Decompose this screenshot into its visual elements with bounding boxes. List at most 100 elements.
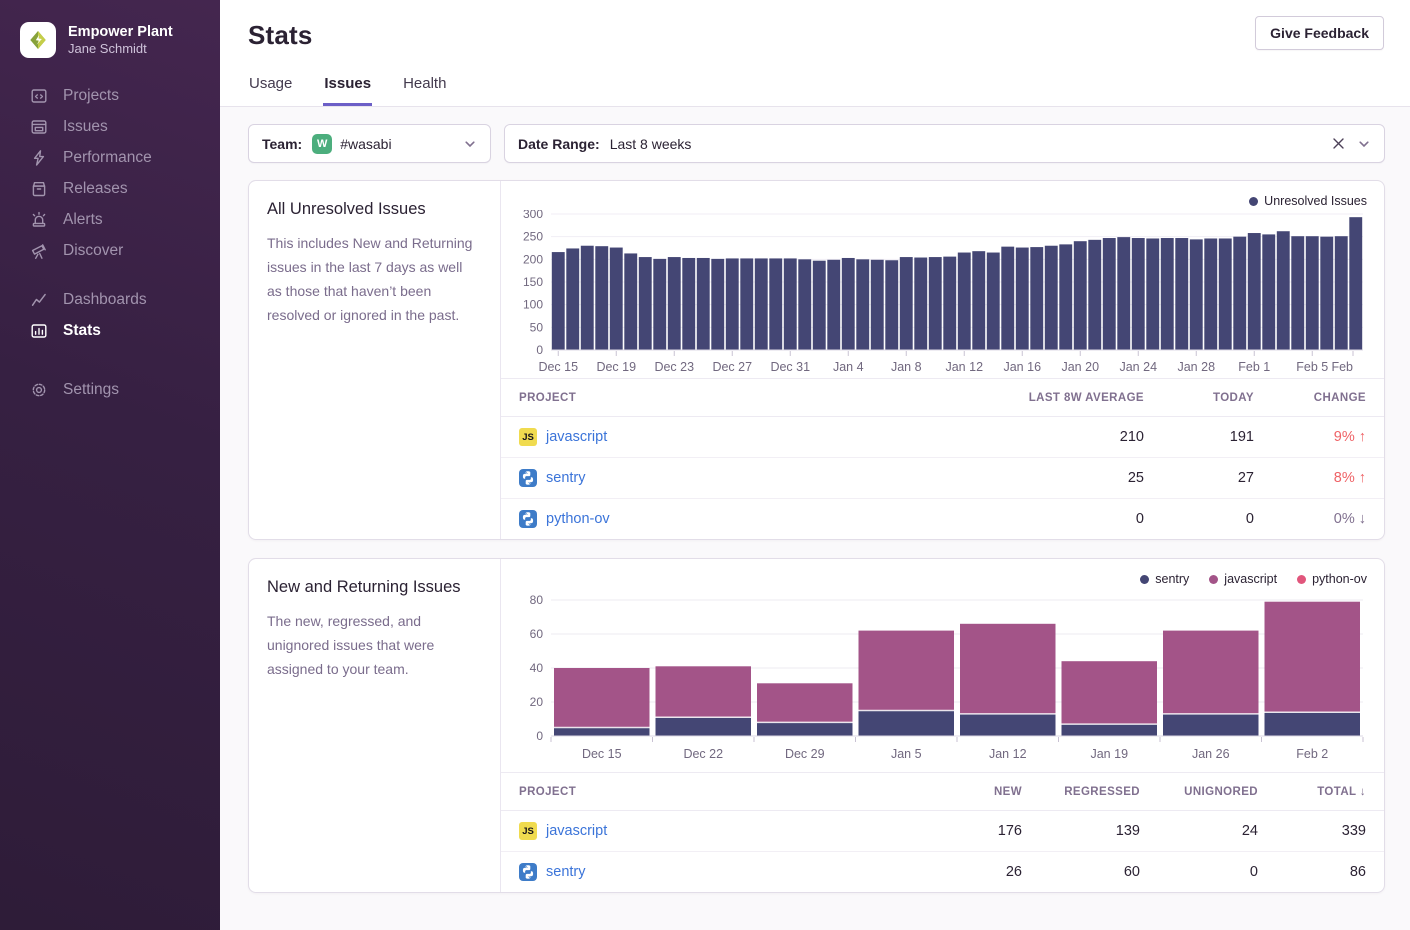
column-header-today[interactable]: TODAY bbox=[1162, 379, 1272, 417]
sidebar-item-settings[interactable]: Settings bbox=[0, 374, 220, 405]
sidebar-item-alerts[interactable]: Alerts bbox=[0, 204, 220, 235]
python-platform-icon bbox=[519, 510, 537, 528]
sidebar-item-discover[interactable]: Discover bbox=[0, 235, 220, 266]
legend-label: python-ov bbox=[1312, 572, 1367, 586]
column-header-last-8w-average[interactable]: LAST 8W AVERAGE bbox=[982, 379, 1162, 417]
date-range-filter[interactable]: Date Range: Last 8 weeks bbox=[504, 124, 1385, 163]
change-value: 9% ↑ bbox=[1272, 417, 1384, 458]
sidebar-item-dashboards[interactable]: Dashboards bbox=[0, 284, 220, 315]
svg-text:Feb: Feb bbox=[1331, 360, 1353, 374]
new-returning-issues-chart[interactable]: 020406080Dec 15Dec 22Dec 29Jan 5Jan 12Ja… bbox=[507, 588, 1376, 770]
table-value: 0 bbox=[1162, 499, 1272, 540]
project-link[interactable]: javascript bbox=[546, 823, 607, 839]
team-filter[interactable]: Team: W #wasabi bbox=[248, 124, 491, 163]
nav-section: Dashboards Stats bbox=[0, 284, 220, 346]
tab-health[interactable]: Health bbox=[402, 75, 447, 106]
tab-issues[interactable]: Issues bbox=[323, 75, 372, 106]
svg-text:60: 60 bbox=[530, 627, 544, 641]
legend-label: Unresolved Issues bbox=[1264, 194, 1367, 208]
chart-legend: Unresolved Issues bbox=[501, 181, 1384, 210]
sidebar-item-label: Stats bbox=[63, 322, 101, 340]
table-row: JSjavascript17613924339 bbox=[501, 811, 1384, 852]
legend-item-python-ov[interactable]: python-ov bbox=[1297, 572, 1367, 586]
team-avatar: W bbox=[312, 134, 332, 154]
svg-text:Jan 24: Jan 24 bbox=[1119, 360, 1157, 374]
legend-label: sentry bbox=[1155, 572, 1189, 586]
legend-item-sentry[interactable]: sentry bbox=[1140, 572, 1189, 586]
dashboards-icon bbox=[30, 291, 48, 309]
column-header-regressed[interactable]: REGRESSED bbox=[1040, 773, 1158, 811]
svg-text:Jan 16: Jan 16 bbox=[1003, 360, 1041, 374]
project-link[interactable]: sentry bbox=[546, 470, 586, 486]
sidebar-item-performance[interactable]: Performance bbox=[0, 142, 220, 173]
svg-text:Dec 27: Dec 27 bbox=[712, 360, 752, 374]
panel-info: New and Returning Issues The new, regres… bbox=[249, 559, 501, 892]
column-header-change[interactable]: CHANGE bbox=[1272, 379, 1384, 417]
svg-text:Dec 19: Dec 19 bbox=[596, 360, 636, 374]
page-title: Stats bbox=[248, 20, 1384, 51]
panel-body: sentryjavascriptpython-ov 020406080Dec 1… bbox=[501, 559, 1384, 892]
change-value: 0% ↓ bbox=[1272, 499, 1384, 540]
svg-text:20: 20 bbox=[530, 695, 544, 709]
sidebar-item-label: Settings bbox=[63, 381, 119, 399]
date-range-value: Last 8 weeks bbox=[610, 136, 692, 152]
table-value: 176 bbox=[935, 811, 1040, 852]
page-header: Stats Give Feedback Usage Issues Health bbox=[220, 0, 1410, 107]
project-link[interactable]: javascript bbox=[546, 429, 607, 445]
svg-text:Dec 15: Dec 15 bbox=[538, 360, 578, 374]
projects-icon bbox=[30, 87, 48, 105]
panel-new-and-returning-issues: New and Returning Issues The new, regres… bbox=[248, 558, 1385, 893]
sidebar-item-projects[interactable]: Projects bbox=[0, 80, 220, 111]
performance-icon bbox=[30, 149, 48, 167]
clear-filter-icon[interactable] bbox=[1332, 137, 1345, 150]
table-value: 60 bbox=[1040, 852, 1158, 893]
legend-item-unresolved-issues[interactable]: Unresolved Issues bbox=[1249, 194, 1367, 208]
project-link[interactable]: python-ov bbox=[546, 511, 610, 527]
project-link[interactable]: sentry bbox=[546, 864, 586, 880]
sidebar-item-issues[interactable]: Issues bbox=[0, 111, 220, 142]
svg-text:Jan 28: Jan 28 bbox=[1177, 360, 1215, 374]
org-user: Jane Schmidt bbox=[68, 41, 173, 57]
svg-text:Jan 26: Jan 26 bbox=[1192, 747, 1230, 761]
tab-usage[interactable]: Usage bbox=[248, 75, 293, 106]
legend-dot-icon bbox=[1297, 575, 1306, 584]
give-feedback-button[interactable]: Give Feedback bbox=[1255, 16, 1384, 50]
column-header-project[interactable]: PROJECT bbox=[501, 773, 935, 811]
org-switcher[interactable]: Empower Plant Jane Schmidt bbox=[0, 0, 220, 58]
app-root: Empower Plant Jane Schmidt ProjectsIssue… bbox=[0, 0, 1410, 930]
svg-text:Jan 19: Jan 19 bbox=[1090, 747, 1128, 761]
sidebar-nav: ProjectsIssuesPerformanceReleases Alerts D… bbox=[0, 80, 220, 405]
svg-text:Dec 22: Dec 22 bbox=[683, 747, 723, 761]
panel-info: All Unresolved Issues This includes New … bbox=[249, 181, 501, 539]
table-value: 339 bbox=[1276, 811, 1384, 852]
legend-dot-icon bbox=[1209, 575, 1218, 584]
sidebar-item-label: Alerts bbox=[63, 211, 103, 229]
legend-item-javascript[interactable]: javascript bbox=[1209, 572, 1277, 586]
nav-section: ProjectsIssuesPerformanceReleases Alerts D… bbox=[0, 80, 220, 266]
nav-section: Settings bbox=[0, 374, 220, 405]
team-filter-value: #wasabi bbox=[340, 136, 391, 152]
main-area: Stats Give Feedback Usage Issues Health Te… bbox=[220, 0, 1410, 930]
panel-body: Unresolved Issues 050100150200250300Dec … bbox=[501, 181, 1384, 539]
python-platform-icon bbox=[519, 469, 537, 487]
svg-text:0: 0 bbox=[536, 343, 543, 357]
settings-icon bbox=[30, 381, 48, 399]
sidebar-item-stats[interactable]: Stats bbox=[0, 315, 220, 346]
svg-text:Feb 1: Feb 1 bbox=[1238, 360, 1270, 374]
table-row: JSjavascript2101919% ↑ bbox=[501, 417, 1384, 458]
filter-bar: Team: W #wasabi Date Range: Last 8 weeks bbox=[248, 124, 1385, 163]
column-header-new[interactable]: NEW bbox=[935, 773, 1040, 811]
svg-text:80: 80 bbox=[530, 593, 544, 607]
empower-plant-gem-icon bbox=[27, 29, 49, 51]
org-logo bbox=[20, 22, 56, 58]
legend-dot-icon bbox=[1140, 575, 1149, 584]
sidebar-item-releases[interactable]: Releases bbox=[0, 173, 220, 204]
column-header-total[interactable]: TOTAL ↓ bbox=[1276, 773, 1384, 811]
unresolved-issues-chart[interactable]: 050100150200250300Dec 15Dec 19Dec 23Dec … bbox=[507, 210, 1376, 376]
column-header-project[interactable]: PROJECT bbox=[501, 379, 982, 417]
page-content: Team: W #wasabi Date Range: Last 8 weeks bbox=[220, 107, 1410, 930]
column-header-unignored[interactable]: UNIGNORED bbox=[1158, 773, 1276, 811]
svg-text:Feb 2: Feb 2 bbox=[1296, 747, 1328, 761]
svg-text:Dec 29: Dec 29 bbox=[785, 747, 825, 761]
chevron-down-icon bbox=[1357, 137, 1371, 151]
